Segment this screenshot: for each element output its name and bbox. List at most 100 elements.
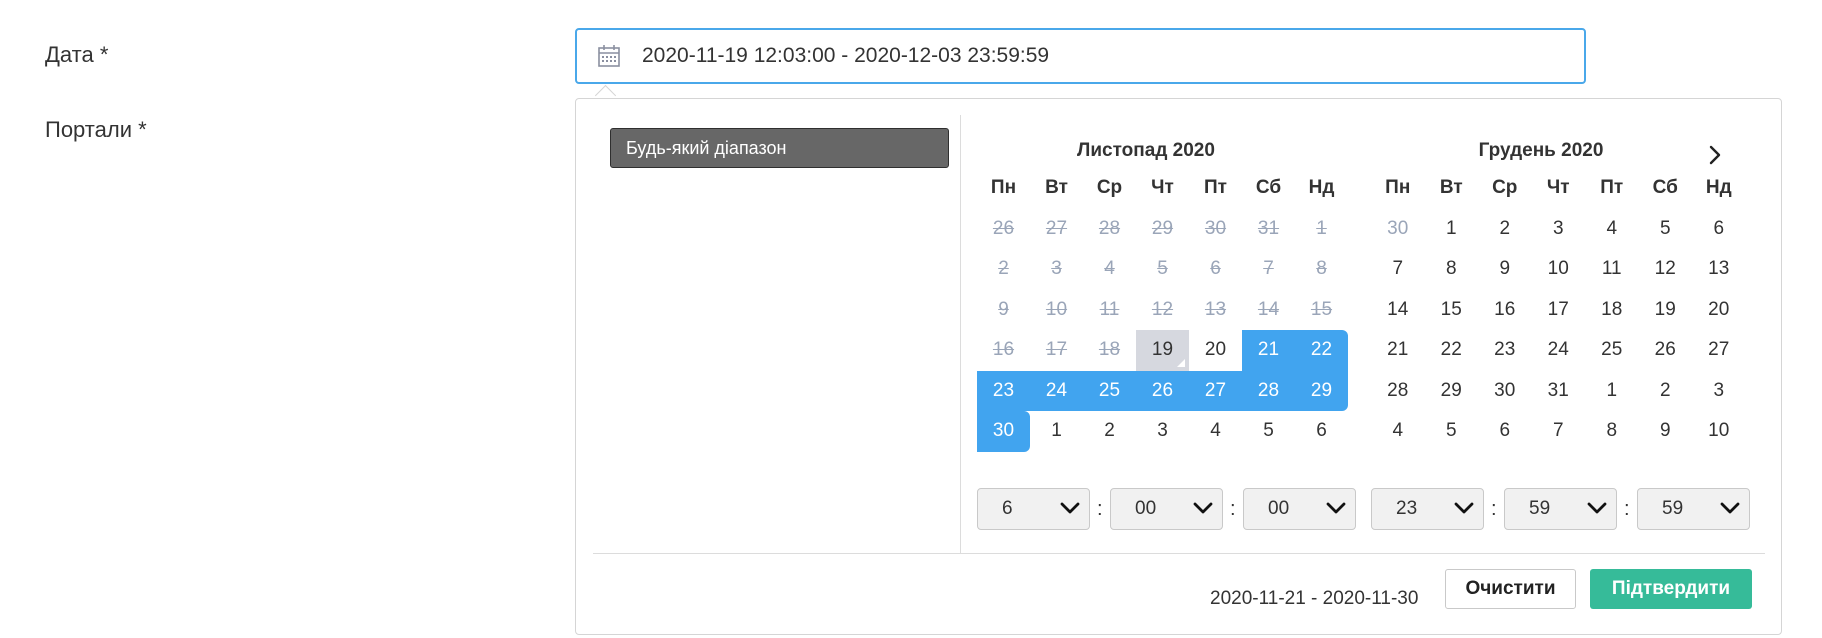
start-minute-select[interactable]: 00: [1110, 488, 1223, 530]
calendar-day[interactable]: 26: [977, 209, 1030, 250]
clear-button[interactable]: Очистити: [1445, 569, 1576, 609]
calendar-day[interactable]: 23: [977, 370, 1030, 411]
calendar-day[interactable]: 23: [1478, 330, 1532, 371]
calendar-day[interactable]: 18: [1083, 330, 1136, 371]
end-hour-select[interactable]: 23: [1371, 488, 1484, 530]
calendar-day[interactable]: 1: [1295, 209, 1348, 250]
calendar-day[interactable]: 3: [1136, 411, 1189, 452]
confirm-button[interactable]: Підтвердити: [1590, 569, 1752, 609]
calendar-day[interactable]: 15: [1425, 290, 1479, 331]
calendar-day[interactable]: 21: [1242, 330, 1295, 371]
calendar-day[interactable]: 1: [1425, 209, 1479, 250]
calendar-day[interactable]: 27: [1030, 209, 1083, 250]
calendar-day[interactable]: 4: [1585, 209, 1639, 250]
calendar-day[interactable]: 21: [1371, 330, 1425, 371]
calendar-day[interactable]: 1: [1030, 411, 1083, 452]
calendar-day[interactable]: 15: [1295, 290, 1348, 331]
calendar-day[interactable]: 17: [1532, 290, 1586, 331]
calendar-day[interactable]: 2: [1478, 209, 1532, 250]
calendar-day[interactable]: 13: [1692, 249, 1746, 290]
calendar-day[interactable]: 30: [977, 411, 1030, 452]
calendar-day[interactable]: 27: [1189, 370, 1242, 411]
calendar-day[interactable]: 8: [1585, 411, 1639, 452]
weekday-header: Вт: [1439, 177, 1463, 199]
calendar-day[interactable]: 5: [1639, 209, 1693, 250]
calendar-day[interactable]: 1: [1585, 371, 1639, 412]
calendar-day[interactable]: 3: [1692, 371, 1746, 412]
calendar-day[interactable]: 3: [1030, 249, 1083, 290]
calendar-day[interactable]: 11: [1083, 290, 1136, 331]
calendar-day[interactable]: 20: [1692, 290, 1746, 331]
time-colon: :: [1624, 498, 1630, 520]
calendar-day[interactable]: 25: [1585, 330, 1639, 371]
calendar-day[interactable]: 5: [1136, 249, 1189, 290]
calendar-day[interactable]: 19: [1639, 290, 1693, 331]
calendar-day[interactable]: 8: [1425, 249, 1479, 290]
calendar-day[interactable]: 28: [1083, 209, 1136, 250]
calendar-day[interactable]: 7: [1371, 249, 1425, 290]
calendar-day[interactable]: 8: [1295, 249, 1348, 290]
calendar-day[interactable]: 14: [1371, 290, 1425, 331]
calendar-day[interactable]: 5: [1242, 411, 1295, 452]
calendar-day[interactable]: 28: [1242, 370, 1295, 411]
calendar-day[interactable]: 30: [1371, 209, 1425, 250]
calendar-day[interactable]: 3: [1532, 209, 1586, 250]
calendar-day[interactable]: 10: [1532, 249, 1586, 290]
calendar-day[interactable]: 16: [977, 330, 1030, 371]
picker-vertical-divider: [960, 115, 961, 553]
calendar-day[interactable]: 20: [1189, 330, 1242, 371]
calendar-day[interactable]: 2: [1639, 371, 1693, 412]
weekday-header: Пн: [990, 177, 1017, 199]
calendar-day[interactable]: 9: [1478, 249, 1532, 290]
calendar-day[interactable]: 19: [1136, 330, 1189, 371]
end-minute-select[interactable]: 59: [1504, 488, 1617, 530]
calendar-day[interactable]: 24: [1532, 330, 1586, 371]
calendar-day[interactable]: 14: [1242, 290, 1295, 331]
calendar-day[interactable]: 17: [1030, 330, 1083, 371]
calendar-day[interactable]: 31: [1532, 371, 1586, 412]
calendar-day[interactable]: 25: [1083, 370, 1136, 411]
calendar-day[interactable]: 6: [1692, 209, 1746, 250]
calendar-day[interactable]: 22: [1295, 330, 1348, 371]
calendar-day[interactable]: 30: [1478, 371, 1532, 412]
start-hour-select[interactable]: 6: [977, 488, 1090, 530]
calendar-day[interactable]: 26: [1639, 330, 1693, 371]
any-range-option[interactable]: Будь-який діапазон: [610, 128, 949, 168]
calendar-day[interactable]: 29: [1425, 371, 1479, 412]
start-second-select[interactable]: 00: [1243, 488, 1356, 530]
date-range-picker: Будь-який діапазон Листопад 2020 Грудень…: [575, 98, 1782, 635]
calendar-day[interactable]: 10: [1030, 290, 1083, 331]
calendar-day[interactable]: 18: [1585, 290, 1639, 331]
calendar-day[interactable]: 9: [1639, 411, 1693, 452]
calendar-day[interactable]: 5: [1425, 411, 1479, 452]
calendar-day[interactable]: 24: [1030, 370, 1083, 411]
calendar-day[interactable]: 6: [1295, 411, 1348, 452]
calendar-day[interactable]: 4: [1189, 411, 1242, 452]
date-range-input[interactable]: 2020-11-19 12:03:00 - 2020-12-03 23:59:5…: [575, 28, 1586, 84]
calendar-day[interactable]: 2: [977, 249, 1030, 290]
calendar-day[interactable]: 10: [1692, 411, 1746, 452]
calendar-day[interactable]: 13: [1189, 290, 1242, 331]
calendar-day[interactable]: 22: [1425, 330, 1479, 371]
calendar-day[interactable]: 7: [1242, 249, 1295, 290]
end-second-select[interactable]: 59: [1637, 488, 1750, 530]
calendar-day[interactable]: 12: [1136, 290, 1189, 331]
calendar-day[interactable]: 27: [1692, 330, 1746, 371]
calendar-day[interactable]: 12: [1639, 249, 1693, 290]
calendar-day[interactable]: 16: [1478, 290, 1532, 331]
calendar-day[interactable]: 26: [1136, 370, 1189, 411]
calendar-day[interactable]: 11: [1585, 249, 1639, 290]
calendar-day[interactable]: 6: [1189, 249, 1242, 290]
calendar-day[interactable]: 6: [1478, 411, 1532, 452]
calendar-day[interactable]: 29: [1295, 370, 1348, 411]
calendar-day[interactable]: 30: [1189, 209, 1242, 250]
calendar-day[interactable]: 4: [1083, 249, 1136, 290]
calendar-day[interactable]: 31: [1242, 209, 1295, 250]
calendar-day[interactable]: 4: [1371, 411, 1425, 452]
calendar-day[interactable]: 7: [1532, 411, 1586, 452]
calendar-day[interactable]: 28: [1371, 371, 1425, 412]
next-month-icon[interactable]: [1703, 143, 1727, 167]
calendar-day[interactable]: 9: [977, 290, 1030, 331]
calendar-day[interactable]: 2: [1083, 411, 1136, 452]
calendar-day[interactable]: 29: [1136, 209, 1189, 250]
